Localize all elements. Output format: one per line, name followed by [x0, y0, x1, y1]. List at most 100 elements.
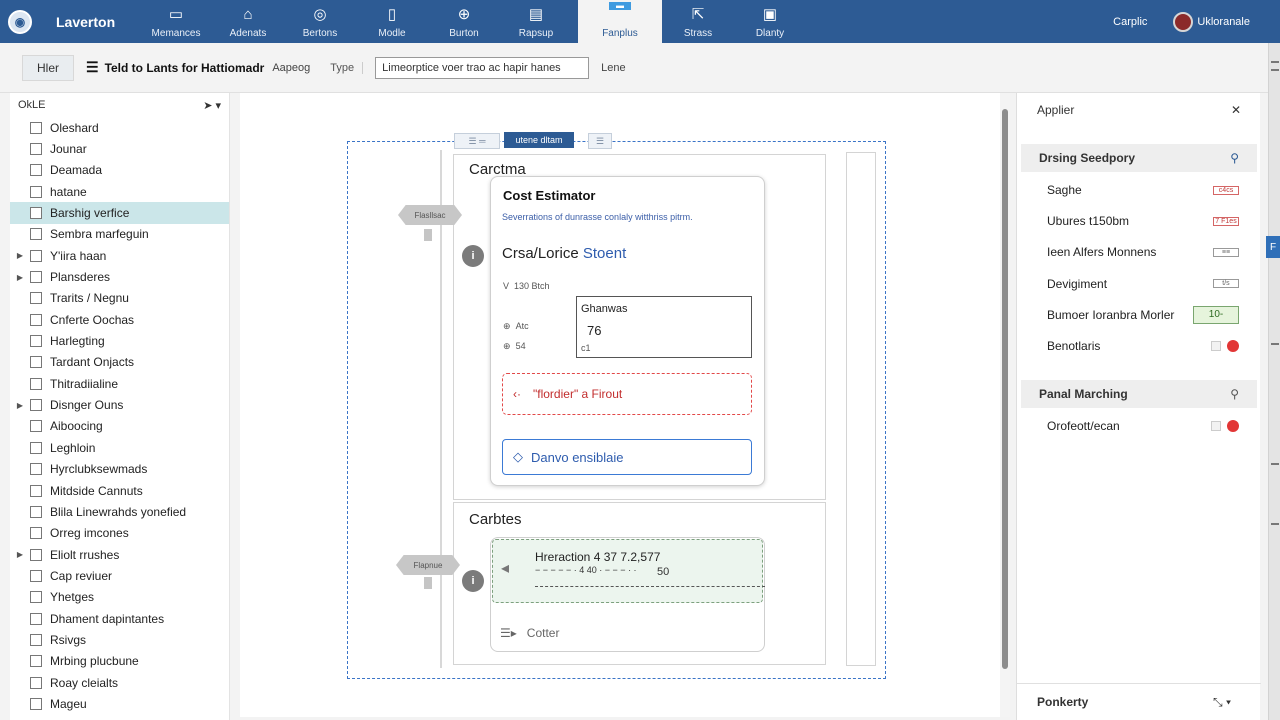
property-row[interactable]: Saghe c4cs [1047, 179, 1239, 201]
outline-item[interactable]: Tardant Onjacts [10, 352, 229, 373]
item-checkbox[interactable] [30, 313, 42, 326]
item-checkbox[interactable] [30, 185, 42, 198]
outline-item[interactable]: Cap reviuer [10, 565, 229, 586]
outline-item[interactable]: Hyrclubksewmads [10, 459, 229, 480]
item-checkbox[interactable] [30, 271, 42, 284]
property-value[interactable]: 7 F1es [1213, 216, 1239, 226]
ribbon-tab-4[interactable]: ▯ Modle [356, 0, 428, 43]
item-checkbox[interactable] [30, 399, 42, 412]
item-checkbox[interactable] [30, 484, 42, 497]
item-checkbox[interactable] [30, 292, 42, 305]
outline-item[interactable]: Oleshard [10, 117, 229, 138]
outline-item[interactable]: Yhetges [10, 587, 229, 608]
frame-tab-1[interactable]: ☰ ═ [454, 133, 500, 149]
outline-item[interactable]: Harlegting [10, 330, 229, 351]
expand-arrow-icon[interactable]: ▶ [10, 273, 30, 282]
item-checkbox[interactable] [30, 249, 42, 262]
search-input[interactable] [375, 56, 590, 79]
item-checkbox[interactable] [30, 377, 42, 390]
item-checkbox[interactable] [30, 228, 42, 241]
outline-item[interactable]: hatane [10, 181, 229, 202]
item-checkbox[interactable] [30, 591, 42, 604]
outline-item[interactable]: ▶ Eliolt rrushes [10, 544, 229, 565]
item-checkbox[interactable] [30, 207, 42, 220]
item-checkbox[interactable] [30, 612, 42, 625]
item-checkbox[interactable] [30, 548, 42, 561]
status-toggle[interactable] [1211, 340, 1239, 352]
outline-item[interactable]: ▶ Y'iira haan [10, 245, 229, 266]
property-value[interactable]: 10- [1193, 305, 1239, 324]
properties-footer[interactable]: Ponkerty ⤡ ▾ [1017, 683, 1261, 720]
outline-item[interactable]: Mrbing plucbune [10, 651, 229, 672]
item-checkbox[interactable] [30, 420, 42, 433]
expand-arrow-icon[interactable]: ▶ [10, 550, 30, 559]
pointer-icon[interactable]: ➤ ▾ [203, 99, 221, 112]
property-row[interactable]: Ieen Alfers Monnens ≡≡ [1047, 241, 1239, 263]
item-checkbox[interactable] [30, 676, 42, 689]
outline-item[interactable]: Deamada [10, 160, 229, 181]
value-box[interactable]: Ghanwas 76 c1 [576, 296, 752, 358]
search-icon[interactable]: ⚲ [1230, 151, 1239, 165]
item-checkbox[interactable] [30, 335, 42, 348]
expand-arrow-icon[interactable]: ▶ [10, 251, 30, 260]
frame-tab-3[interactable]: ☰ [588, 133, 612, 149]
canvas-scrollbar[interactable] [1000, 93, 1010, 717]
ribbon-tab-5[interactable]: ⊕ Burton [428, 0, 500, 43]
warning-box[interactable]: ‹· "flordier" a Firout [502, 373, 752, 415]
info-badge-2[interactable]: i [462, 570, 484, 592]
ribbon-tab-9[interactable]: ▣ Dlanty [734, 0, 806, 43]
ribbon-tab-2[interactable]: ⌂ Adenats [212, 0, 284, 43]
property-value[interactable]: c4cs [1213, 185, 1239, 195]
item-checkbox[interactable] [30, 441, 42, 454]
outline-item[interactable]: Orreg imcones [10, 523, 229, 544]
item-checkbox[interactable] [30, 527, 42, 540]
property-row[interactable]: Benotlaris [1047, 335, 1239, 357]
info-badge-1[interactable]: i [462, 245, 484, 267]
dock-tab[interactable]: F [1266, 236, 1280, 258]
interaction-block[interactable]: ◂ Hreraction 4 37 7.2,577 − − − − − · 4 … [492, 539, 765, 603]
frame-tab-2[interactable]: utene dltam [504, 132, 574, 148]
outline-item[interactable]: Aiboocing [10, 416, 229, 437]
item-checkbox[interactable] [30, 121, 42, 134]
outline-item[interactable]: Cnferte Oochas [10, 309, 229, 330]
item-checkbox[interactable] [30, 164, 42, 177]
outline-item[interactable]: Trarits / Negnu [10, 288, 229, 309]
lens-button[interactable]: Lene [601, 62, 625, 74]
property-value[interactable]: t/s [1213, 279, 1239, 289]
footer-row[interactable]: ☰▸ Cotter [500, 626, 559, 640]
expand-arrow-icon[interactable]: ▶ [10, 401, 30, 410]
carplic-link[interactable]: Carplic [1113, 16, 1147, 28]
window-edge-scrollbar[interactable] [1268, 43, 1280, 720]
outline-item[interactable]: Mageu [10, 693, 229, 714]
property-row[interactable]: Devigiment t/s [1047, 273, 1239, 295]
outline-item[interactable]: Thitradiialine [10, 373, 229, 394]
outline-item[interactable]: ▶ Plansderes [10, 266, 229, 287]
outline-item[interactable]: Roay cleialts [10, 672, 229, 693]
status-toggle[interactable] [1211, 420, 1239, 432]
ribbon-tab-6[interactable]: ▤ Rapsup [500, 0, 572, 43]
outline-item[interactable]: Leghloin [10, 437, 229, 458]
outline-item[interactable]: Sembra marfeguin [10, 224, 229, 245]
ribbon-tab-3[interactable]: ◎ Bertons [284, 0, 356, 43]
ribbon-tab-8[interactable]: ⇱ Strass [662, 0, 734, 43]
menu-icon[interactable]: ☰ [86, 59, 99, 76]
item-checkbox[interactable] [30, 569, 42, 582]
outline-item[interactable]: Barshig verfice [10, 202, 229, 224]
action-button[interactable]: ◇ Danvo ensiblaie [502, 439, 752, 475]
collapse-icon[interactable]: ⤡ ▾ [1213, 695, 1231, 710]
item-checkbox[interactable] [30, 143, 42, 156]
property-value[interactable]: ≡≡ [1213, 247, 1239, 257]
section-header-2[interactable]: Panal Marching ⚲ [1021, 380, 1257, 408]
outline-item[interactable]: ▶ Disnger Ouns [10, 394, 229, 415]
item-checkbox[interactable] [30, 463, 42, 476]
flow-node-1[interactable]: Flasllsac [398, 205, 462, 225]
user-menu[interactable]: Ukloranale [1173, 11, 1250, 32]
item-checkbox[interactable] [30, 356, 42, 369]
outline-item[interactable]: Blila Linewrahds yonefied [10, 501, 229, 522]
ribbon-tab-1[interactable]: ▭ Memances [140, 0, 212, 43]
flow-node-2[interactable]: Flapnue [396, 555, 460, 575]
close-icon[interactable]: ✕ [1231, 103, 1241, 117]
item-checkbox[interactable] [30, 633, 42, 646]
search-icon[interactable]: ⚲ [1230, 387, 1239, 401]
scroll-thumb[interactable] [1002, 109, 1008, 669]
